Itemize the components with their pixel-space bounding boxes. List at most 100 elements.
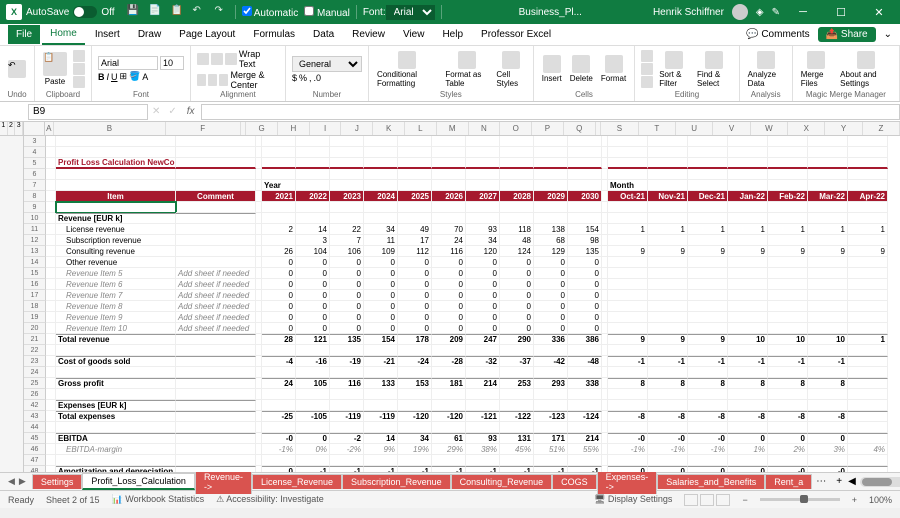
cell[interactable]: 4% [848,444,888,455]
cell[interactable] [648,147,688,158]
cell[interactable] [534,202,568,213]
cell[interactable] [768,136,808,147]
cell[interactable]: 11 [364,235,398,246]
cell[interactable]: 28 [262,334,296,345]
cell[interactable]: -120 [432,411,466,422]
cell[interactable]: 214 [466,378,500,389]
cell[interactable]: -0 [262,433,296,444]
cell[interactable] [466,400,500,411]
cell[interactable]: -122 [500,411,534,422]
cell[interactable] [398,389,432,400]
cell[interactable] [848,213,888,224]
row-header[interactable]: 7 [24,180,46,191]
qat-icon[interactable]: 📋 [171,5,185,19]
cell[interactable]: -0 [608,433,648,444]
row-header[interactable]: 5 [24,158,46,169]
cell[interactable]: -2% [330,444,364,455]
cell[interactable] [296,345,330,356]
row-header[interactable]: 24 [24,367,46,378]
cell[interactable]: 0 [296,433,330,444]
row-header[interactable]: 46 [24,444,46,455]
cell[interactable] [500,213,534,224]
cell[interactable] [330,147,364,158]
cell[interactable] [364,147,398,158]
cell[interactable] [364,180,398,191]
cell[interactable] [608,422,648,433]
cell[interactable] [432,367,466,378]
titlebar-font-select[interactable]: Arial [386,5,435,20]
cell[interactable]: 9 [688,246,728,257]
tab-formulas[interactable]: Formulas [245,25,303,44]
tab-help[interactable]: Help [434,25,471,44]
cell[interactable]: 0 [648,466,688,472]
cell[interactable] [568,202,602,213]
cell[interactable]: 0 [398,290,432,301]
cell[interactable]: 10 [728,334,768,345]
cell[interactable] [848,411,888,422]
row-header[interactable]: 21 [24,334,46,345]
cell[interactable]: 3% [808,444,848,455]
cell[interactable] [688,367,728,378]
cell[interactable] [398,367,432,378]
cell[interactable] [262,235,296,246]
copy-icon[interactable] [73,63,85,75]
cell[interactable] [466,169,500,180]
cell[interactable] [648,213,688,224]
format-cells-button[interactable]: Format [599,53,628,85]
cell[interactable] [500,136,534,147]
about-settings-button[interactable]: About and Settings [838,49,893,90]
cell[interactable] [728,268,768,279]
cell[interactable]: 109 [364,246,398,257]
cell[interactable] [534,345,568,356]
cell[interactable]: -0 [768,466,808,472]
align-icon[interactable] [219,74,228,86]
cell[interactable]: -21 [364,356,398,367]
cell[interactable]: 98 [568,235,602,246]
cell[interactable]: -1 [364,466,398,472]
sheet-nav-more-icon[interactable]: ⋯ [812,476,830,487]
cell[interactable] [296,455,330,466]
cell[interactable]: 214 [568,433,602,444]
format-as-table-button[interactable]: Format as Table [443,49,490,90]
cell[interactable] [262,169,296,180]
cell[interactable]: 0 [364,323,398,334]
cell[interactable]: 9 [608,334,648,345]
cell[interactable] [648,235,688,246]
cell[interactable] [768,213,808,224]
row-header[interactable]: 3 [24,136,46,147]
cell[interactable] [534,389,568,400]
row-header[interactable]: 9 [24,202,46,213]
cell[interactable]: -28 [432,356,466,367]
cell[interactable] [364,367,398,378]
cell[interactable]: -1% [608,444,648,455]
cell[interactable]: -16 [296,356,330,367]
cell[interactable] [648,268,688,279]
cell[interactable]: -8 [648,411,688,422]
cell[interactable]: 138 [534,224,568,235]
cell[interactable] [568,422,602,433]
cell[interactable] [728,367,768,378]
cell[interactable]: 0 [330,257,364,268]
cell[interactable]: 7 [330,235,364,246]
cell[interactable]: 10 [768,334,808,345]
currency-icon[interactable]: $ [292,73,297,83]
cell[interactable]: 70 [432,224,466,235]
tab-page-layout[interactable]: Page Layout [171,25,243,44]
cell[interactable] [688,323,728,334]
cell[interactable]: -8 [768,411,808,422]
cell[interactable] [648,367,688,378]
cell[interactable]: -1 [808,356,848,367]
cell[interactable] [688,290,728,301]
cell[interactable] [608,345,648,356]
cell[interactable] [534,180,568,191]
cell[interactable]: -1% [648,444,688,455]
cell[interactable] [808,345,848,356]
cell[interactable]: 0 [534,279,568,290]
cell[interactable]: 14 [364,433,398,444]
cut-icon[interactable] [73,50,85,62]
cell[interactable] [608,213,648,224]
zoom-out-button[interactable]: − [742,495,747,505]
sheet-tab-license[interactable]: License_Revenue [252,474,342,489]
cell[interactable] [364,202,398,213]
cell[interactable]: 0 [398,257,432,268]
